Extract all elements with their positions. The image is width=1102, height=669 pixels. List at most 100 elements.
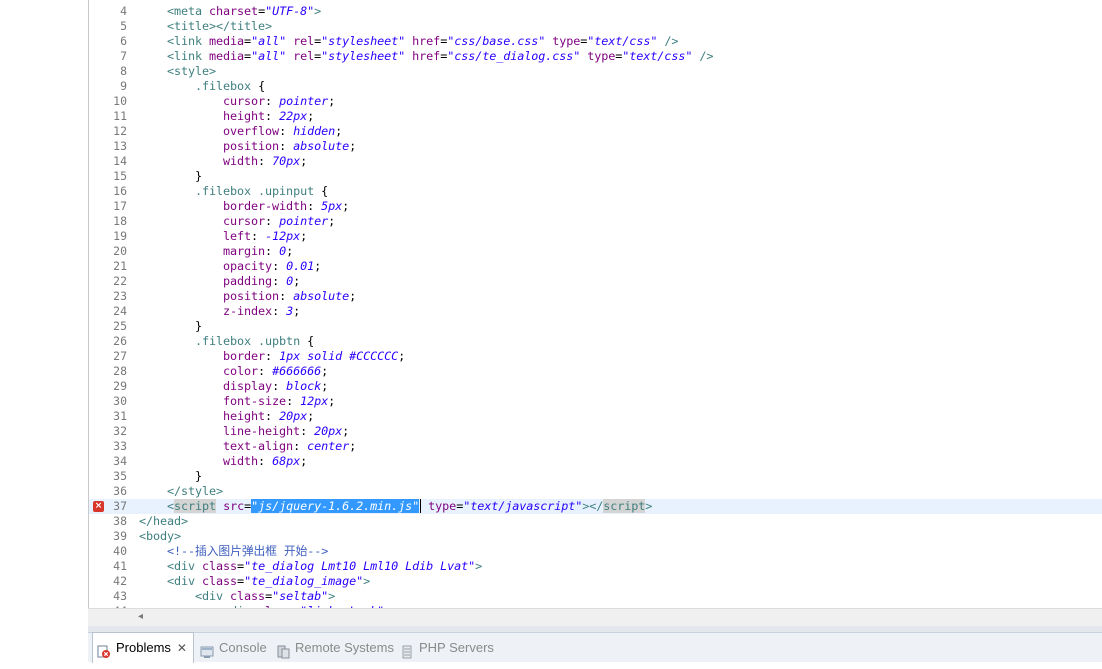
code-text[interactable]: color: #666666;	[139, 364, 328, 379]
code-line[interactable]: 41 <div class="te_dialog Lmt10 Lml10 Ldi…	[89, 559, 1102, 574]
code-text[interactable]: <style>	[139, 64, 216, 79]
close-icon[interactable]: ✕	[177, 634, 187, 662]
tab-console[interactable]: Console	[200, 633, 267, 662]
code-line[interactable]: 20 margin: 0;	[89, 244, 1102, 259]
code-token: :	[265, 409, 280, 423]
code-text[interactable]: left: -12px;	[139, 229, 307, 244]
code-token: class	[202, 574, 238, 588]
code-text[interactable]: <!--插入图片弹出框 开始-->	[139, 544, 328, 559]
code-text[interactable]: border: 1px solid #CCCCCC;	[139, 349, 405, 364]
code-text[interactable]: overflow: hidden;	[139, 124, 342, 139]
code-lines[interactable]: 3<head>4 <meta charset="UTF-8">5 <title>…	[89, 0, 1102, 619]
code-line[interactable]: 30 font-size: 12px;	[89, 394, 1102, 409]
code-text[interactable]: height: 22px;	[139, 109, 314, 124]
code-text[interactable]: }	[139, 319, 202, 334]
tab-remote-systems[interactable]: Remote Systems	[276, 633, 394, 662]
code-token: 20px	[279, 409, 308, 423]
code-line[interactable]: 8 <style>	[89, 64, 1102, 79]
code-line[interactable]: 5 <title></title>	[89, 19, 1102, 34]
code-line[interactable]: 22 padding: 0;	[89, 274, 1102, 289]
code-line[interactable]: 23 position: absolute;	[89, 289, 1102, 304]
code-text[interactable]: <meta charset="UTF-8">	[139, 4, 321, 19]
code-line[interactable]: 4 <meta charset="UTF-8">	[89, 4, 1102, 19]
code-text[interactable]: <link media="all" rel="stylesheet" href=…	[139, 34, 678, 49]
code-text[interactable]: margin: 0;	[139, 244, 293, 259]
code-text[interactable]: }	[139, 169, 202, 184]
code-text[interactable]: text-align: center;	[139, 439, 356, 454]
code-text[interactable]: }	[139, 469, 202, 484]
code-text[interactable]: line-height: 20px;	[139, 424, 349, 439]
code-text[interactable]: width: 68px;	[139, 454, 307, 469]
scroll-left-arrow-icon[interactable]: ◂	[138, 611, 143, 622]
code-line[interactable]: 19 left: -12px;	[89, 229, 1102, 244]
code-line[interactable]: 35 }	[89, 469, 1102, 484]
code-line[interactable]: 17 border-width: 5px;	[89, 199, 1102, 214]
code-text[interactable]: <link media="all" rel="stylesheet" href=…	[139, 49, 713, 64]
code-text[interactable]: .filebox .upbtn {	[139, 334, 314, 349]
code-text[interactable]: </style>	[139, 484, 223, 499]
code-line[interactable]: 18 cursor: pointer;	[89, 214, 1102, 229]
code-editor[interactable]: 3<head>4 <meta charset="UTF-8">5 <title>…	[88, 0, 1102, 627]
code-line[interactable]: 36 </style>	[89, 484, 1102, 499]
code-line[interactable]: 11 height: 22px;	[89, 109, 1102, 124]
code-text[interactable]: <div class="te_dialog_image">	[139, 574, 370, 589]
code-line[interactable]: 6 <link media="all" rel="stylesheet" hre…	[89, 34, 1102, 49]
code-line[interactable]: 33 text-align: center;	[89, 439, 1102, 454]
code-text[interactable]: .filebox .upinput {	[139, 184, 328, 199]
code-text[interactable]: width: 70px;	[139, 154, 307, 169]
code-text[interactable]: padding: 0;	[139, 274, 300, 289]
code-line[interactable]: 40 <!--插入图片弹出框 开始-->	[89, 544, 1102, 559]
code-text[interactable]: z-index: 3;	[139, 304, 300, 319]
code-line[interactable]: 28 color: #666666;	[89, 364, 1102, 379]
code-line[interactable]: 38 </head>	[89, 514, 1102, 529]
code-line[interactable]: 21 opacity: 0.01;	[89, 259, 1102, 274]
horizontal-scrollbar[interactable]: ◂	[88, 608, 1102, 626]
tab-php-servers[interactable]: PHP Servers	[400, 633, 494, 662]
error-marker-icon[interactable]: ×	[93, 501, 104, 512]
line-number: 26	[113, 334, 127, 348]
code-line[interactable]: 9 .filebox {	[89, 79, 1102, 94]
code-token: 20px	[314, 424, 343, 438]
code-line[interactable]: 25 }	[89, 319, 1102, 334]
code-line[interactable]: 7 <link media="all" rel="stylesheet" hre…	[89, 49, 1102, 64]
code-text[interactable]: border-width: 5px;	[139, 199, 349, 214]
code-line[interactable]: 43 <div class="seltab">	[89, 589, 1102, 604]
code-text[interactable]: </head>	[139, 514, 188, 529]
code-line[interactable]: 24 z-index: 3;	[89, 304, 1102, 319]
code-line[interactable]: 16 .filebox .upinput {	[89, 184, 1102, 199]
code-token: block	[286, 379, 322, 393]
code-text[interactable]: .filebox {	[139, 79, 265, 94]
code-line[interactable]: 10 cursor: pointer;	[89, 94, 1102, 109]
code-text[interactable]: <body>	[139, 529, 181, 544]
code-text[interactable]: position: absolute;	[139, 139, 356, 154]
code-line[interactable]: 29 display: block;	[89, 379, 1102, 394]
code-text[interactable]: opacity: 0.01;	[139, 259, 321, 274]
code-line[interactable]: 27 border: 1px solid #CCCCCC;	[89, 349, 1102, 364]
code-text[interactable]: height: 20px;	[139, 409, 314, 424]
code-line[interactable]: 12 overflow: hidden;	[89, 124, 1102, 139]
code-line[interactable]: 15 }	[89, 169, 1102, 184]
code-line[interactable]: 13 position: absolute;	[89, 139, 1102, 154]
code-text[interactable]: cursor: pointer;	[139, 214, 335, 229]
code-text[interactable]: <title></title>	[139, 19, 272, 34]
code-text[interactable]: display: block;	[139, 379, 328, 394]
code-text[interactable]: <script src="js/jquery-1.6.2.min.js" typ…	[139, 499, 652, 514]
code-line[interactable]: 34 width: 68px;	[89, 454, 1102, 469]
code-token: opacity	[223, 259, 273, 273]
code-line[interactable]: × 37 <script src="js/jquery-1.6.2.min.js"…	[89, 499, 1102, 514]
code-text[interactable]: font-size: 12px;	[139, 394, 335, 409]
code-text[interactable]: <div class="te_dialog Lmt10 Lml10 Ldib L…	[139, 559, 482, 574]
code-text[interactable]: position: absolute;	[139, 289, 356, 304]
code-text[interactable]: cursor: pointer;	[139, 94, 335, 109]
tab-problems[interactable]: Problems ✕	[92, 632, 194, 663]
code-token: ;	[342, 424, 350, 438]
code-token: position	[223, 139, 280, 153]
code-line[interactable]: 32 line-height: 20px;	[89, 424, 1102, 439]
code-line[interactable]: 14 width: 70px;	[89, 154, 1102, 169]
code-text[interactable]: <div class="seltab">	[139, 589, 335, 604]
code-line[interactable]: 26 .filebox .upbtn {	[89, 334, 1102, 349]
code-line[interactable]: 42 <div class="te_dialog_image">	[89, 574, 1102, 589]
remote-systems-icon	[276, 641, 290, 658]
code-line[interactable]: 39 <body>	[89, 529, 1102, 544]
code-line[interactable]: 31 height: 20px;	[89, 409, 1102, 424]
